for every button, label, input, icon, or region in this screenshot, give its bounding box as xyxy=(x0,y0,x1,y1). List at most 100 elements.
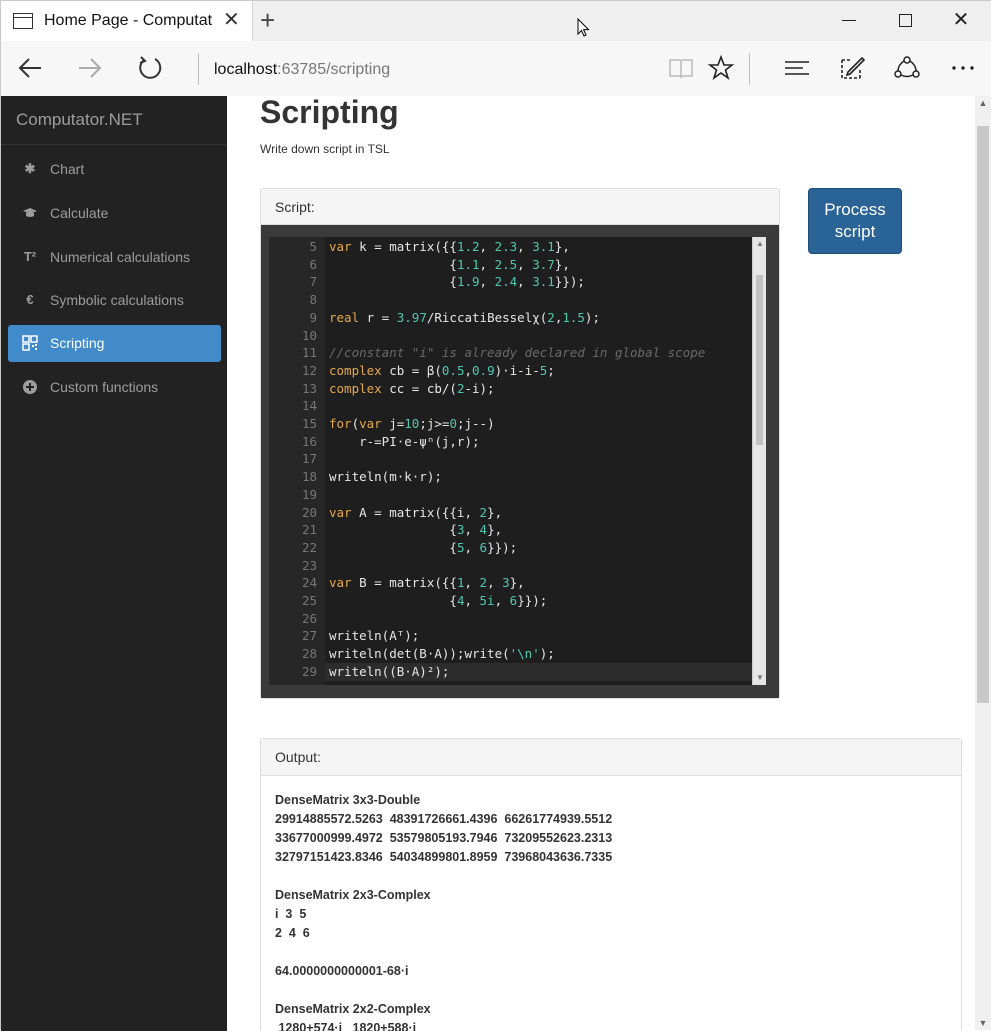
scrollbar-thumb[interactable] xyxy=(756,275,763,445)
output-panel-heading: Output: xyxy=(261,739,961,776)
process-button-line1: Process xyxy=(824,200,886,219)
address-bar: localhost:63785/scripting xyxy=(1,41,991,96)
url-path: :63785/scripting xyxy=(277,61,391,78)
page-subtitle: Write down script in TSL xyxy=(260,142,390,156)
brand-logo[interactable]: Computator.NET xyxy=(16,110,143,130)
forward-arrow-icon[interactable] xyxy=(75,54,105,82)
code-line: writeln((B·A)²); xyxy=(329,663,450,679)
line-number: 14 xyxy=(301,398,317,414)
sidebar-item-label: Scripting xyxy=(50,335,105,351)
line-number: 7 xyxy=(309,274,317,290)
code-line: //constant "i" is already declared in gl… xyxy=(329,345,706,361)
scrollbar-thumb[interactable] xyxy=(977,126,989,703)
reading-view-icon[interactable] xyxy=(668,54,694,82)
code-line: writeln(Aᵀ); xyxy=(329,628,420,644)
editor-scrollbar[interactable]: ▲ ▼ xyxy=(752,237,766,685)
sidebar-item-numerical[interactable]: T² Numerical calculations xyxy=(8,239,221,276)
refresh-icon[interactable] xyxy=(135,54,165,82)
hub-icon[interactable] xyxy=(783,54,811,82)
line-number: 22 xyxy=(301,539,317,555)
line-number: 20 xyxy=(301,504,317,520)
line-number: 18 xyxy=(301,469,317,485)
url-host: localhost xyxy=(214,61,278,78)
output-line: 33677000999.4972 53579805193.7946 732095… xyxy=(275,831,613,845)
divider xyxy=(1,144,227,145)
share-icon[interactable] xyxy=(893,54,921,82)
line-number: 26 xyxy=(301,610,317,626)
code-line: for(var j=10;j>=0;j--) xyxy=(329,416,495,431)
output-line: i 3 5 xyxy=(275,907,307,921)
close-tab-icon[interactable]: ✕ xyxy=(223,9,240,31)
line-number: 25 xyxy=(301,593,317,608)
line-number: 17 xyxy=(301,451,317,467)
close-window-button[interactable]: ✕ xyxy=(951,10,971,30)
line-number: 8 xyxy=(309,292,317,308)
graduation-cap-icon xyxy=(23,208,37,217)
sidebar-item-label: Chart xyxy=(50,161,85,177)
sidebar-item-scripting[interactable]: Scripting xyxy=(8,325,221,362)
browser-window: Home Page - Computat ✕ + ✕ localhost:637… xyxy=(0,0,991,1031)
divider xyxy=(198,53,199,85)
favorite-star-icon[interactable] xyxy=(707,54,735,82)
back-arrow-icon[interactable] xyxy=(15,54,45,82)
code-line: {4, 5i, 6}}); xyxy=(329,593,548,608)
browser-tab[interactable]: Home Page - Computat ✕ xyxy=(1,1,253,41)
line-number: 23 xyxy=(301,557,317,573)
line-number: 15 xyxy=(301,416,317,431)
scroll-down-icon[interactable]: ▼ xyxy=(978,1018,988,1028)
superscript-t-icon: T² xyxy=(23,249,37,264)
output-line: 2 4 6 xyxy=(275,926,310,940)
script-panel-body: 5 6 7 8 9 10 11 12 13 14 15 16 17 18 19 20 21 22 23 24 25 26 2… xyxy=(261,225,779,698)
line-number: 5 xyxy=(309,239,317,254)
asterisk-icon: ✱ xyxy=(24,161,36,176)
page-scrollbar[interactable]: ▲ ▼ xyxy=(975,96,991,1030)
code-line: var B = matrix({{1, 2, 3}, xyxy=(329,575,525,591)
line-number: 27 xyxy=(301,628,317,644)
code-line: var k = matrix({{1.2, 2.3, 3.1}, xyxy=(329,239,570,254)
code-line: r-=PI·e-ψⁿ(j,r); xyxy=(329,433,480,449)
mouse-cursor-icon xyxy=(577,18,590,37)
url-field[interactable]: localhost:63785/scripting xyxy=(214,61,390,79)
code-line: writeln(det(B·A));write('\n'); xyxy=(329,646,555,662)
output-line: DenseMatrix 3x3-Double xyxy=(275,793,421,807)
output-line: DenseMatrix 2x2-Complex xyxy=(275,1002,431,1016)
process-button-line2: script xyxy=(834,222,876,241)
output-line: 32797151423.8346 54034899801.8959 739680… xyxy=(275,850,613,864)
sidebar-item-custom-functions[interactable]: Custom functions xyxy=(8,369,221,406)
scroll-up-icon[interactable]: ▲ xyxy=(755,238,765,250)
scroll-down-icon[interactable]: ▼ xyxy=(755,672,765,684)
sidebar-item-symbolic[interactable]: € Symbolic calculations xyxy=(8,282,221,319)
web-note-icon[interactable] xyxy=(838,54,866,82)
output-line: 1280+574·i 1820+588·i xyxy=(275,1021,417,1031)
sidebar-item-calculate[interactable]: Calculate xyxy=(8,195,221,232)
new-tab-icon[interactable]: + xyxy=(260,6,275,34)
sidebar-item-label: Custom functions xyxy=(50,379,159,395)
euro-icon: € xyxy=(26,292,34,307)
output-line: DenseMatrix 2x3-Complex xyxy=(275,888,431,902)
maximize-button[interactable] xyxy=(895,10,915,30)
code-editor[interactable]: 5 6 7 8 9 10 11 12 13 14 15 16 17 18 19 20 21 22 23 24 25 26 2… xyxy=(269,237,766,685)
more-options-icon[interactable] xyxy=(949,54,977,82)
page-icon xyxy=(13,13,33,29)
sidebar-item-chart[interactable]: ✱ Chart xyxy=(8,151,221,188)
line-number: 6 xyxy=(309,256,317,272)
main-content: Scripting Write down script in TSL Scrip… xyxy=(227,96,975,1031)
minimize-button[interactable] xyxy=(839,10,859,30)
sidebar-item-label: Calculate xyxy=(50,205,109,221)
process-script-button[interactable]: Process script xyxy=(808,188,902,254)
divider xyxy=(749,53,750,85)
script-panel: Script: 5 6 7 8 9 10 11 12 13 14 15 16 17 18 19 20 21 22 2… xyxy=(260,188,780,699)
title-bar: Home Page - Computat ✕ + ✕ xyxy=(1,1,991,41)
output-line: 29914885572.5263 48391726661.4396 662617… xyxy=(275,812,613,826)
scroll-up-icon[interactable]: ▲ xyxy=(978,98,988,108)
code-line: complex cc = cb/(2-i); xyxy=(329,380,495,396)
tab-title: Home Page - Computat xyxy=(44,12,213,29)
output-panel: Output: DenseMatrix 3x3-Double 2991488557… xyxy=(260,738,962,1031)
code-line: {3, 4}, xyxy=(329,522,503,538)
page-title: Scripting xyxy=(260,96,399,130)
code-line: complex cb = β(0.5,0.9)·i-i-5; xyxy=(329,362,555,378)
plus-circle-icon xyxy=(23,380,37,394)
